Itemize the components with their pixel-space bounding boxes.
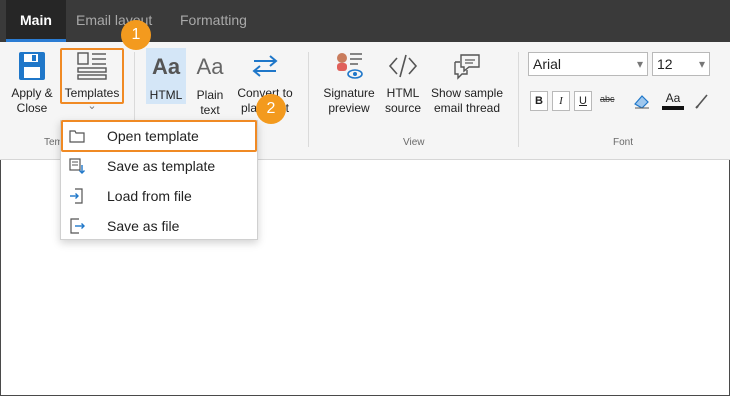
ribbon-tab-bar: Main Email layout Formatting: [0, 0, 730, 42]
highlight-eraser-icon[interactable]: [632, 92, 652, 110]
tab-formatting[interactable]: Formatting: [180, 0, 247, 42]
callout-badge-2: 2: [256, 94, 286, 124]
font-family-value: Arial: [533, 56, 562, 72]
font-family-select[interactable]: Arial ▾: [528, 52, 648, 76]
pen-icon[interactable]: [694, 92, 710, 110]
menu-item-load-from-file[interactable]: Load from file: [61, 181, 257, 211]
convert-arrows-icon: [252, 55, 278, 77]
chevron-down-icon: ▾: [636, 57, 643, 71]
signature-preview-label-2: preview: [328, 101, 370, 115]
show-sample-email-thread-button[interactable]: Show sample email thread: [428, 50, 506, 116]
bold-button[interactable]: B: [530, 91, 548, 111]
group-label-font: Font: [613, 137, 634, 148]
save-template-icon: [69, 158, 85, 174]
chevron-down-icon: ▾: [698, 57, 705, 71]
html-mode-icon: Aa: [151, 54, 181, 79]
plain-text-label-2: text: [200, 103, 220, 117]
font-color-label: Aa: [665, 91, 681, 105]
menu-item-label: Load from file: [107, 188, 192, 204]
separator: [518, 52, 519, 147]
code-brackets-icon: [388, 54, 418, 78]
tab-main[interactable]: Main: [6, 0, 66, 42]
strikethrough-button[interactable]: abc: [600, 94, 615, 104]
open-template-highlight: [61, 120, 257, 152]
apply-close-label-2: Close: [16, 101, 48, 115]
html-source-button[interactable]: HTML source: [382, 50, 424, 116]
font-size-value: 12: [657, 56, 673, 72]
show-sample-label-2: email thread: [433, 101, 501, 115]
menu-item-label: Save as file: [107, 218, 180, 234]
italic-button[interactable]: I: [552, 91, 570, 111]
font-size-select[interactable]: 12 ▾: [652, 52, 710, 76]
load-file-icon: [70, 188, 83, 204]
underline-button[interactable]: U: [574, 91, 592, 111]
plain-text-mode-button[interactable]: Aa Plain text: [190, 48, 230, 118]
font-color-swatch: [662, 106, 684, 110]
separator: [308, 52, 309, 147]
plain-text-mode-icon: Aa: [196, 54, 224, 79]
menu-item-save-as-file[interactable]: Save as file: [61, 211, 257, 241]
apply-close-label-1: Apply &: [11, 86, 53, 100]
apply-close-button[interactable]: Apply & Close: [6, 50, 58, 116]
html-mode-button[interactable]: Aa HTML: [146, 48, 186, 104]
show-sample-label-1: Show sample: [430, 86, 504, 100]
plain-text-label-1: Plain: [196, 88, 224, 102]
menu-item-save-as-template[interactable]: Save as template: [61, 151, 257, 181]
templates-highlight: [60, 48, 124, 104]
save-disk-icon: [19, 52, 45, 80]
html-source-label-2: source: [384, 101, 422, 115]
callout-badge-1: 1: [121, 20, 151, 50]
html-mode-label: HTML: [149, 88, 183, 102]
chat-bubbles-icon: [454, 54, 480, 80]
signature-preview-label-1: Signature: [323, 86, 375, 100]
menu-item-label: Save as template: [107, 158, 216, 174]
html-source-label-1: HTML: [386, 86, 420, 100]
font-color-button[interactable]: Aa: [662, 91, 684, 110]
group-label-view: View: [403, 137, 425, 148]
save-file-icon: [70, 218, 85, 234]
signature-preview-button[interactable]: Signature preview: [320, 50, 378, 116]
signature-preview-icon: [337, 53, 363, 79]
